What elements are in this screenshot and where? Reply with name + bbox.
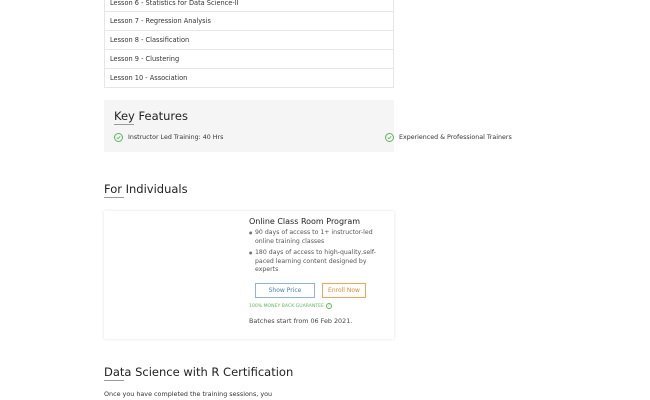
feature-item: Instructor Led Training: 40 Hrs <box>114 133 223 142</box>
lesson-item[interactable]: Lesson 6 - Statistics for Data Science-I… <box>104 0 394 12</box>
program-title: Online Class Room Program <box>249 217 361 226</box>
key-features-panel: Key Features Instructor Led Training: 40… <box>104 100 512 152</box>
lesson-item[interactable]: Lesson 8 - Classification <box>104 31 394 50</box>
for-individuals-title: For Individuals <box>104 182 188 196</box>
certification-title: Data Science with R Certification <box>104 365 294 379</box>
lesson-item[interactable]: Lesson 9 - Clustering <box>104 50 394 69</box>
show-price-button[interactable]: Show Price <box>255 283 315 298</box>
section-underline <box>104 197 124 198</box>
title-underline <box>114 124 134 125</box>
enroll-now-button[interactable]: Enroll Now <box>322 283 366 298</box>
feature-label: Instructor Led Training: 40 Hrs <box>128 134 224 141</box>
certification-description: Once you have completed the training ses… <box>104 390 273 398</box>
check-circle-icon <box>385 133 394 142</box>
guarantee-label: 100% MONEY BACK GUARANTEE <box>249 303 324 309</box>
benefit-item: 180 days of access to high-quality,self-… <box>249 249 379 275</box>
program-card: Online Class Room Program 90 days of acc… <box>104 211 394 339</box>
question-icon[interactable]: ? <box>325 303 332 309</box>
feature-label: Experienced & Professional Trainers <box>399 134 512 141</box>
money-back-guarantee: 100% MONEY BACK GUARANTEE ? <box>249 303 332 309</box>
benefit-item: 90 days of access to 1+ instructor-led o… <box>249 229 379 246</box>
program-benefits: 90 days of access to 1+ instructor-led o… <box>249 229 379 278</box>
key-features-title: Key Features <box>114 109 188 123</box>
lesson-item[interactable]: Lesson 7 - Regression Analysis <box>104 12 394 31</box>
section-underline <box>104 380 124 381</box>
check-circle-icon <box>114 133 123 142</box>
feature-item: Experienced & Professional Trainers <box>385 133 512 142</box>
batch-start-info: Batches start from 06 Feb 2021. <box>249 317 353 325</box>
lesson-list: Lesson 6 - Statistics for Data Science-I… <box>104 0 394 88</box>
lesson-item[interactable]: Lesson 10 - Association <box>104 69 394 88</box>
